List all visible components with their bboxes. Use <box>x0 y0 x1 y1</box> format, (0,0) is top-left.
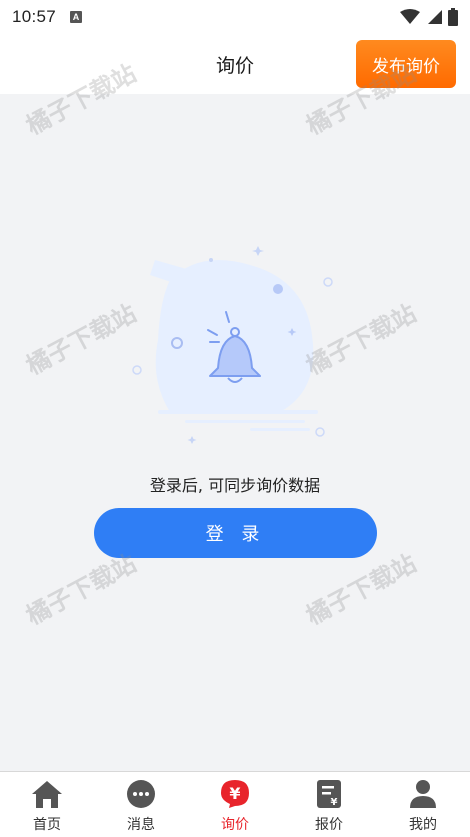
tab-label: 询价 <box>221 817 249 833</box>
battery-icon <box>448 8 458 26</box>
chat-icon <box>125 778 157 810</box>
tab-mine[interactable]: 我的 <box>376 772 470 837</box>
wifi-icon <box>400 9 420 24</box>
tab-label: 报价 <box>315 817 343 833</box>
tab-label: 消息 <box>127 817 155 833</box>
header-bar: 询价 发布询价 <box>0 34 470 94</box>
tab-home[interactable]: 首页 <box>0 772 94 837</box>
a-letter-icon: A <box>70 11 83 23</box>
quote-doc-icon: ¥ <box>313 778 345 810</box>
tab-label: 我的 <box>409 817 437 833</box>
empty-state-message: 登录后, 可同步询价数据 <box>149 476 321 495</box>
watermark: 橘子下载站 <box>21 299 141 381</box>
tab-label: 首页 <box>33 817 61 833</box>
svg-text:¥: ¥ <box>229 784 240 803</box>
status-bar: 10:57 A <box>0 0 470 34</box>
tab-messages[interactable]: 消息 <box>94 772 188 837</box>
status-icons <box>400 8 458 26</box>
login-button[interactable]: 登 录 <box>94 508 377 558</box>
signal-icon <box>428 10 442 24</box>
bottom-tab-bar: 首页 消息 ¥ 询价 ¥ 报价 我的 <box>0 771 470 837</box>
tab-quote[interactable]: ¥ 报价 <box>282 772 376 837</box>
tab-inquiry[interactable]: ¥ 询价 <box>188 772 282 837</box>
svg-text:¥: ¥ <box>331 797 338 808</box>
home-icon <box>31 778 63 810</box>
user-icon <box>407 778 439 810</box>
publish-inquiry-button[interactable]: 发布询价 <box>356 40 456 88</box>
yen-icon: ¥ <box>219 778 251 810</box>
bell-illustration <box>132 246 333 444</box>
status-time: 10:57 <box>12 7 57 26</box>
